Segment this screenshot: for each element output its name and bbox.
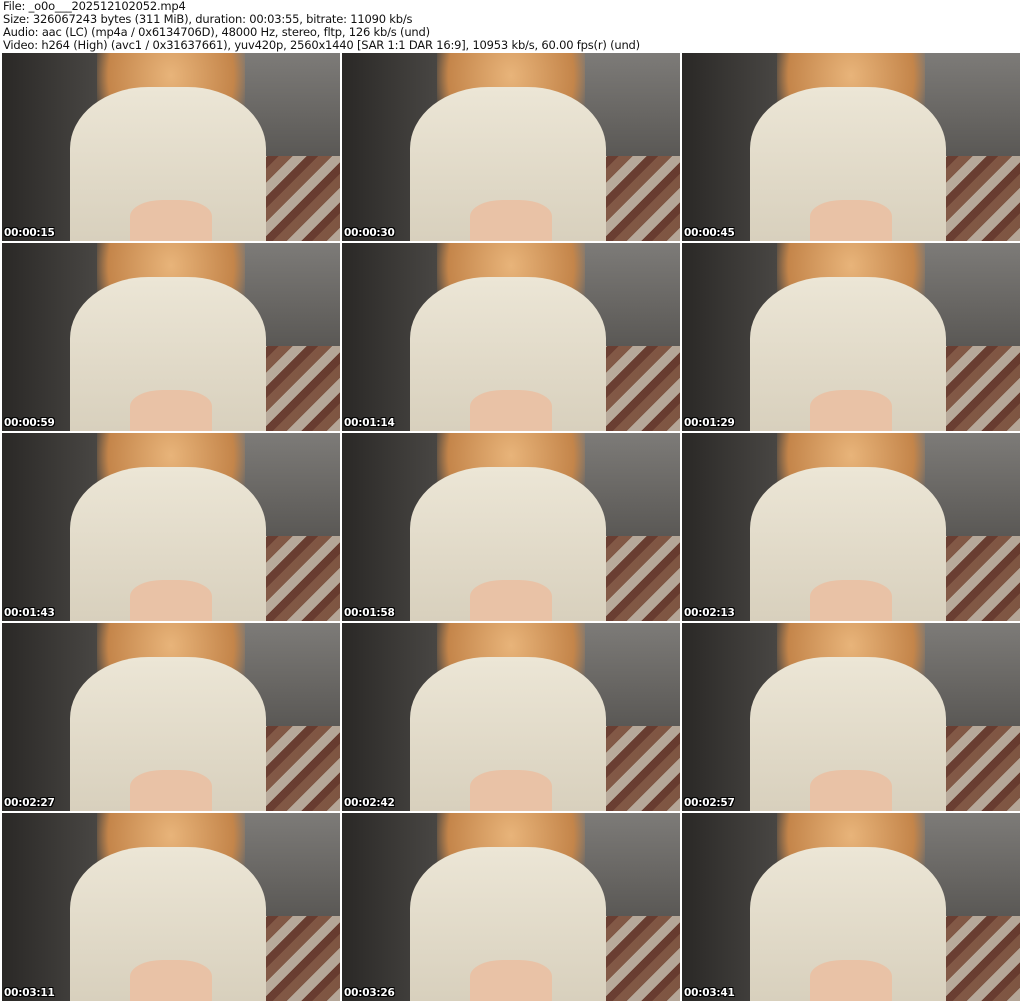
figure-midriff bbox=[810, 959, 892, 1001]
thumbnail-timestamp: 00:01:58 bbox=[344, 607, 395, 619]
video-thumbnail: 00:00:45 bbox=[682, 53, 1020, 241]
thumbnail-timestamp: 00:00:15 bbox=[4, 227, 55, 239]
figure-midriff bbox=[130, 389, 212, 431]
thumbnail-timestamp: 00:02:57 bbox=[684, 797, 735, 809]
video-thumbnail: 00:03:41 bbox=[682, 813, 1020, 1001]
thumbnail-timestamp: 00:00:45 bbox=[684, 227, 735, 239]
thumbnail-timestamp: 00:03:26 bbox=[344, 987, 395, 999]
video-thumbnail: 00:01:43 bbox=[2, 433, 340, 621]
figure-midriff bbox=[810, 199, 892, 241]
figure-midriff bbox=[810, 769, 892, 811]
figure-midriff bbox=[470, 959, 552, 1001]
video-thumbnail: 00:00:30 bbox=[342, 53, 680, 241]
video-thumbnail: 00:01:14 bbox=[342, 243, 680, 431]
video-thumbnail: 00:03:26 bbox=[342, 813, 680, 1001]
video-thumbnail: 00:02:57 bbox=[682, 623, 1020, 811]
video-thumbnail: 00:03:11 bbox=[2, 813, 340, 1001]
video-thumbnail: 00:01:29 bbox=[682, 243, 1020, 431]
thumbnail-grid: 00:00:15 00:00:30 00:00:45 00:00:59 00:01:14… bbox=[2, 53, 1020, 1001]
thumbnail-timestamp: 00:00:30 bbox=[344, 227, 395, 239]
figure-midriff bbox=[130, 769, 212, 811]
figure-midriff bbox=[470, 389, 552, 431]
video-thumbnail: 00:00:15 bbox=[2, 53, 340, 241]
video-info: Video: h264 (High) (avc1 / 0x31637661), … bbox=[3, 38, 640, 52]
thumbnail-timestamp: 00:03:11 bbox=[4, 987, 55, 999]
thumbnail-timestamp: 00:02:13 bbox=[684, 607, 735, 619]
figure-midriff bbox=[470, 199, 552, 241]
figure-midriff bbox=[130, 579, 212, 621]
video-thumbnail: 00:02:27 bbox=[2, 623, 340, 811]
thumbnail-timestamp: 00:01:43 bbox=[4, 607, 55, 619]
video-thumbnail: 00:02:13 bbox=[682, 433, 1020, 621]
file-info-header: File: _o0o___202512102052.mp4 Size: 32606… bbox=[3, 0, 640, 52]
video-thumbnail: 00:02:42 bbox=[342, 623, 680, 811]
thumbnail-timestamp: 00:01:14 bbox=[344, 417, 395, 429]
figure-midriff bbox=[810, 389, 892, 431]
thumbnail-timestamp: 00:03:41 bbox=[684, 987, 735, 999]
thumbnail-timestamp: 00:00:59 bbox=[4, 417, 55, 429]
figure-midriff bbox=[130, 959, 212, 1001]
figure-midriff bbox=[470, 769, 552, 811]
figure-midriff bbox=[130, 199, 212, 241]
video-thumbnail: 00:00:59 bbox=[2, 243, 340, 431]
figure-midriff bbox=[470, 579, 552, 621]
thumbnail-timestamp: 00:02:42 bbox=[344, 797, 395, 809]
figure-midriff bbox=[810, 579, 892, 621]
video-thumbnail: 00:01:58 bbox=[342, 433, 680, 621]
thumbnail-timestamp: 00:01:29 bbox=[684, 417, 735, 429]
thumbnail-timestamp: 00:02:27 bbox=[4, 797, 55, 809]
